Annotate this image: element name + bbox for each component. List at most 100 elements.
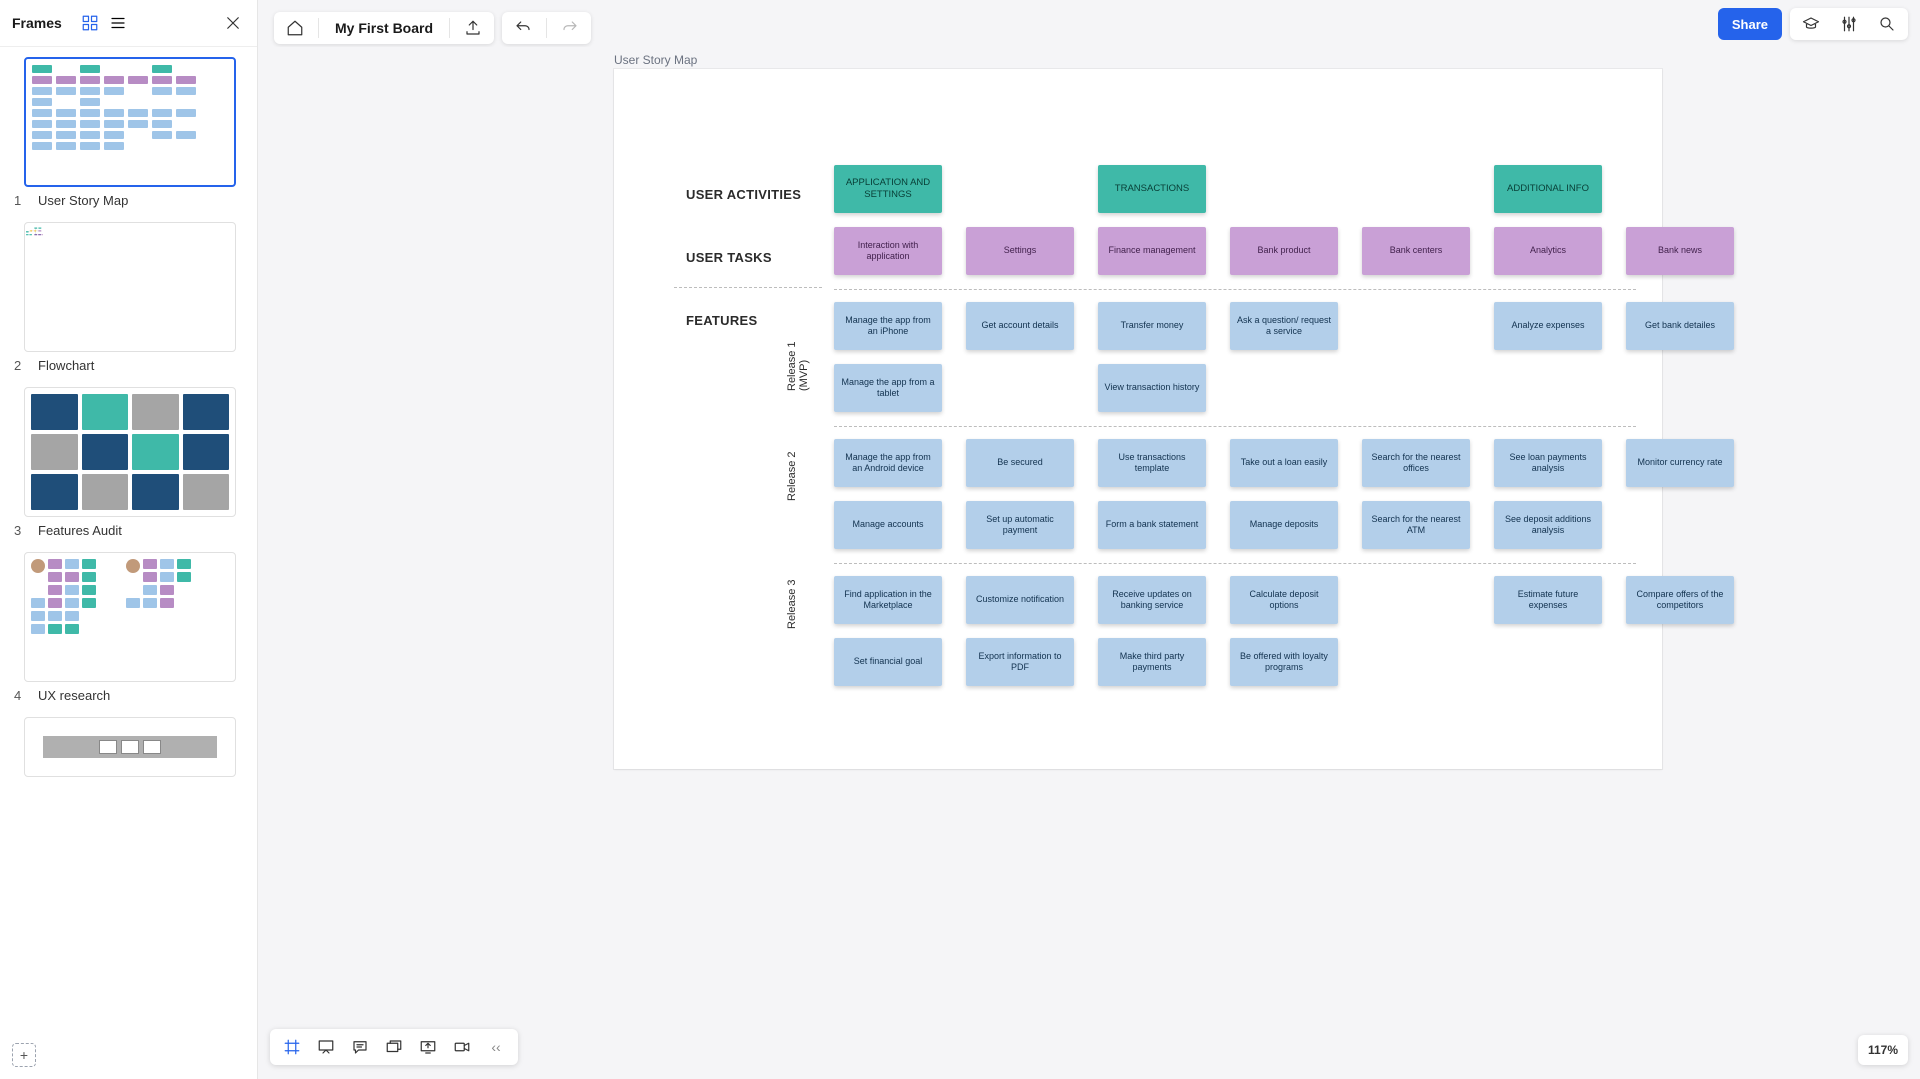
close-icon [224,14,242,32]
sticky-card[interactable]: Manage accounts [834,501,942,549]
sticky-card[interactable]: APPLICATION AND SETTINGS [834,165,942,213]
board-frame[interactable]: USER ACTIVITIES USER TASKS FEATURES Rele… [614,69,1662,769]
export-button[interactable] [456,12,490,44]
row-label-features: FEATURES [686,313,758,328]
frames-close-button[interactable] [221,11,245,35]
sticky-card[interactable]: Manage deposits [1230,501,1338,549]
sticky-card[interactable]: Form a bank statement [1098,501,1206,549]
sticky-card[interactable]: Use transactions template [1098,439,1206,487]
frame-name: Features Audit [38,523,122,538]
sticky-card[interactable]: Receive updates on banking service [1098,576,1206,624]
sticky-card[interactable]: Set financial goal [834,638,942,686]
sticky-card[interactable]: Manage the app from an iPhone [834,302,942,350]
sticky-card[interactable]: Manage the app from an Android device [834,439,942,487]
undo-button[interactable] [506,12,540,44]
sticky-card[interactable]: Analytics [1494,227,1602,275]
share-button[interactable]: Share [1718,8,1782,40]
sticky-card[interactable]: View transaction history [1098,364,1206,412]
sticky-card[interactable]: Set up automatic payment [966,501,1074,549]
sticky-card[interactable]: Bank news [1626,227,1734,275]
sticky-card[interactable]: Search for the nearest ATM [1362,501,1470,549]
sticky-card[interactable]: See deposit additions analysis [1494,501,1602,549]
sticky-card[interactable]: Be offered with loyalty programs [1230,638,1338,686]
frames-title: Frames [12,15,62,31]
sticky-card[interactable]: Search for the nearest offices [1362,439,1470,487]
sticky-card[interactable]: Export information to PDF [966,638,1074,686]
undo-icon [514,19,532,37]
sticky-card[interactable]: Ask a question/ request a service [1230,302,1338,350]
sticky-card[interactable]: Manage the app from a tablet [834,364,942,412]
sticky-card[interactable]: Estimate future expenses [1494,576,1602,624]
row-label-tasks: USER TASKS [686,250,772,265]
frames-list[interactable]: 1User Story Map 2Fl [0,47,257,1079]
learn-button[interactable] [1794,8,1828,40]
sticky-card[interactable]: Analyze expenses [1494,302,1602,350]
release1-row-b: Manage the app from a tablet View transac… [834,364,1636,412]
frames-sidebar: Frames [0,0,258,1079]
sticky-card[interactable]: Take out a loan easily [1230,439,1338,487]
current-frame-title[interactable]: User Story Map [614,53,697,67]
frame-thumb [24,387,236,517]
tasks-row: Interaction with application Settings Fina… [834,227,1636,275]
frame-number: 4 [14,688,26,703]
card-icon [385,1038,403,1056]
frame-item-5[interactable] [10,717,247,777]
frame-name: User Story Map [38,193,128,208]
sticky-card[interactable]: Calculate deposit options [1230,576,1338,624]
frames-grid-view-button[interactable] [78,11,102,35]
screen-share-button[interactable] [412,1032,444,1062]
sticky-card[interactable]: Monitor currency rate [1626,439,1734,487]
sliders-icon [1840,15,1858,33]
frame-item-2[interactable]: 2Flowchart [10,222,247,373]
sticky-card[interactable]: Get account details [966,302,1074,350]
divider [674,287,822,288]
sticky-card[interactable]: Get bank detailes [1626,302,1734,350]
flowchart-thumb-icon [25,223,43,241]
sticky-card[interactable]: Make third party payments [1098,638,1206,686]
collapse-button[interactable]: ‹‹ [480,1032,512,1062]
frames-panel-button[interactable] [276,1032,308,1062]
zoom-indicator[interactable]: 117% [1858,1035,1908,1065]
card-button[interactable] [378,1032,410,1062]
frame-item-4[interactable]: 4UX research [10,552,247,703]
divider [834,563,1636,564]
sticky-card[interactable]: TRANSACTIONS [1098,165,1206,213]
frame-item-3[interactable]: 3Features Audit [10,387,247,538]
redo-button[interactable] [553,12,587,44]
sticky-card[interactable]: Be secured [966,439,1074,487]
release2-row-b: Manage accounts Set up automatic payment F… [834,501,1636,549]
present-button[interactable] [310,1032,342,1062]
video-icon [453,1038,471,1056]
board-title[interactable]: My First Board [325,20,443,36]
story-map-grid: APPLICATION AND SETTINGS TRANSACTIONS ADDI… [834,165,1636,700]
frames-list-view-button[interactable] [106,11,130,35]
sticky-card[interactable]: Settings [966,227,1074,275]
sticky-card[interactable]: ADDITIONAL INFO [1494,165,1602,213]
sticky-card[interactable]: Finance management [1098,227,1206,275]
frame-number: 1 [14,193,26,208]
sticky-card[interactable]: Transfer money [1098,302,1206,350]
sticky-card[interactable]: Compare offers of the competitors [1626,576,1734,624]
sticky-card[interactable]: Find application in the Marketplace [834,576,942,624]
sticky-card[interactable]: Interaction with application [834,227,942,275]
grid-icon [81,14,99,32]
frame-thumb [24,552,236,682]
sticky-card[interactable]: Bank product [1230,227,1338,275]
graduation-cap-icon [1802,15,1820,33]
frames-sidebar-header: Frames [0,0,257,47]
add-frame-button[interactable]: + [12,1043,36,1067]
settings-button[interactable] [1832,8,1866,40]
search-button[interactable] [1870,8,1904,40]
sticky-card[interactable]: Bank centers [1362,227,1470,275]
sticky-card[interactable]: See loan payments analysis [1494,439,1602,487]
home-button[interactable] [278,12,312,44]
canvas[interactable]: User Story Map USER ACTIVITIES USER TASK… [258,47,1920,1079]
sticky-card[interactable]: Customize notification [966,576,1074,624]
frame-item-1[interactable]: 1 User Story Map [10,57,247,208]
presentation-icon [317,1038,335,1056]
video-button[interactable] [446,1032,478,1062]
frames-icon [283,1038,301,1056]
list-icon [109,14,127,32]
comments-button[interactable] [344,1032,376,1062]
release-3-label: Release 3 [786,579,798,629]
